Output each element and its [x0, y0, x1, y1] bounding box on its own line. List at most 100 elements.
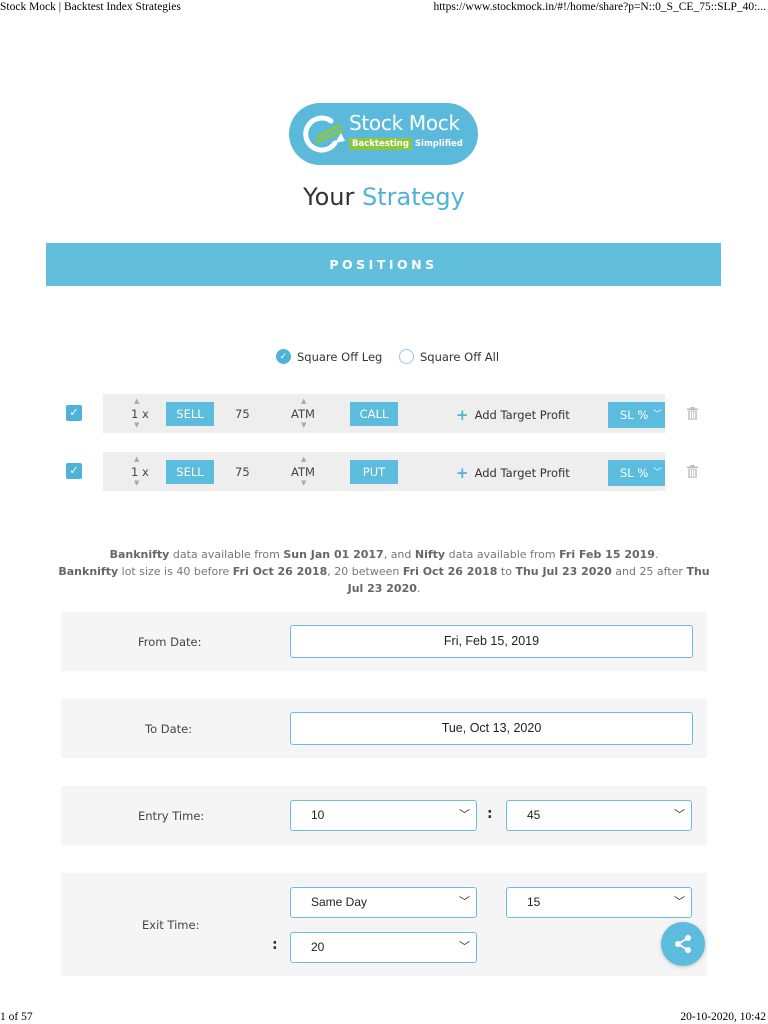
print-header-title: Stock Mock | Backtest Index Strategies: [0, 1, 181, 13]
info-text: to: [497, 565, 516, 578]
to-date-input[interactable]: Tue, Oct 13, 2020: [290, 712, 693, 745]
leg-row-2: ▲ 1 x ▼ SELL 75 ▲ ATM ▼ PUT + Add Target …: [103, 452, 665, 491]
check-icon: ✓: [69, 464, 79, 477]
to-date-label: To Date:: [145, 722, 193, 736]
entry-minute-select[interactable]: 45 ﹀: [506, 800, 692, 831]
info-text: .: [416, 582, 421, 595]
arrow-down-icon[interactable]: ▼: [134, 479, 139, 487]
leg-2-stop-loss-select[interactable]: SL % ﹀: [608, 460, 665, 486]
leg-2-action-button[interactable]: SELL: [166, 460, 214, 484]
radio-checked-icon: ✓: [276, 349, 291, 364]
exit-hour-select[interactable]: 15 ﹀: [506, 887, 692, 918]
leg-2-add-target-profit[interactable]: + Add Target Profit: [456, 464, 570, 482]
info-text: lot size is 40 before: [118, 565, 233, 578]
chevron-down-icon: ﹀: [459, 941, 470, 953]
arrow-up-icon[interactable]: ▲: [301, 397, 306, 405]
positions-header: POSITIONS: [46, 243, 721, 286]
from-date-row: From Date: Fri, Feb 15, 2019: [61, 612, 707, 671]
exit-time-label: Exit Time:: [142, 918, 200, 932]
plus-icon: +: [456, 464, 469, 482]
info-date: Fri Oct 26 2018: [232, 565, 328, 578]
info-text: data available from: [169, 548, 284, 561]
arrow-down-icon[interactable]: ▼: [134, 421, 139, 429]
chevron-down-icon: ﹀: [674, 896, 685, 908]
leg-1-stop-loss-select[interactable]: SL % ﹀: [608, 402, 665, 428]
square-off-leg-label: Square Off Leg: [297, 349, 383, 364]
leg-1-checkbox[interactable]: ✓: [66, 405, 82, 421]
entry-hour-value: 10: [311, 808, 325, 822]
logo-tagline-highlight: Backtesting: [349, 138, 412, 150]
share-icon: [675, 935, 691, 953]
plus-icon: +: [456, 406, 469, 424]
stock-mock-logo[interactable]: Stock Mock Backtesting Simplified: [289, 103, 478, 165]
chevron-down-icon: ﹀: [674, 809, 685, 821]
leg-2-quantity: 1 x: [131, 465, 149, 479]
exit-day-select[interactable]: Same Day ﹀: [290, 887, 477, 918]
leg-row-1: ▲ 1 x ▼ SELL 75 ▲ ATM ▼ CALL + Add Target…: [103, 394, 665, 433]
check-icon: ✓: [69, 406, 79, 419]
info-nifty: Nifty: [414, 548, 446, 561]
entry-time-label: Entry Time:: [138, 809, 205, 823]
chevron-down-icon: ﹀: [459, 809, 470, 821]
chevron-down-icon: ﹀: [459, 896, 470, 908]
info-date: Sun Jan 01 2017: [283, 548, 384, 561]
leg-2-option-type-button[interactable]: PUT: [350, 460, 398, 484]
leg-1-action-button[interactable]: SELL: [166, 402, 214, 426]
print-header-url: https://www.stockmock.in/#!/home/share?p…: [433, 1, 766, 13]
square-off-radio-group: ✓ Square Off Leg Square Off All: [0, 349, 768, 367]
info-date: Fri Feb 15 2019: [559, 548, 655, 561]
leg-1-strike-stepper[interactable]: ▲ ATM ▼: [291, 394, 317, 433]
info-banknifty: Banknifty: [58, 565, 119, 578]
leg-2-strike-stepper[interactable]: ▲ ATM ▼: [291, 452, 317, 491]
leg-2-checkbox[interactable]: ✓: [66, 463, 82, 479]
info-date: Thu Jul 23 2020: [515, 565, 612, 578]
arrow-up-icon[interactable]: ▲: [301, 455, 306, 463]
arrow-down-icon[interactable]: ▼: [301, 479, 306, 487]
chevron-down-icon: ﹀: [652, 468, 662, 478]
stop-loss-label: SL %: [620, 466, 649, 480]
arrow-up-icon[interactable]: ▲: [134, 397, 139, 405]
from-date-input[interactable]: Fri, Feb 15, 2019: [290, 625, 693, 658]
page-title: Your Strategy: [0, 183, 768, 211]
stop-loss-label: SL %: [620, 408, 649, 422]
exit-day-value: Same Day: [311, 895, 368, 909]
time-separator: :: [487, 806, 493, 822]
exit-minute-value: 20: [311, 940, 325, 954]
leg-1-option-type-button[interactable]: CALL: [350, 402, 398, 426]
logo-title: Stock Mock: [349, 111, 460, 135]
add-target-profit-label: Add Target Profit: [474, 466, 570, 480]
leg-1-add-target-profit[interactable]: + Add Target Profit: [456, 406, 570, 424]
logo-tagline: Backtesting Simplified: [349, 138, 463, 152]
leg-1-strike: ATM: [291, 407, 315, 421]
exit-hour-value: 15: [527, 895, 541, 909]
arrow-down-icon[interactable]: ▼: [301, 421, 306, 429]
entry-hour-select[interactable]: 10 ﹀: [290, 800, 477, 831]
info-text: and 25 after: [611, 565, 687, 578]
time-separator: :: [272, 937, 278, 953]
chevron-down-icon: ﹀: [652, 410, 662, 420]
print-footer-page: 1 of 57: [0, 1011, 33, 1023]
info-banknifty: Banknifty: [109, 548, 170, 561]
print-footer-datetime: 20-10-2020, 10:42: [680, 1011, 766, 1023]
leg-1-quantity-stepper[interactable]: ▲ 1 x ▼: [129, 394, 149, 433]
exit-minute-select[interactable]: 20 ﹀: [290, 932, 477, 963]
leg-2-quantity-stepper[interactable]: ▲ 1 x ▼: [129, 452, 149, 491]
exit-time-row: Exit Time: Same Day ﹀ 15 ﹀ : 20 ﹀: [61, 873, 707, 976]
leg-2-trash-icon[interactable]: [687, 465, 698, 478]
share-button[interactable]: [661, 922, 705, 966]
leg-1-quantity: 1 x: [131, 407, 149, 421]
info-text: .: [654, 548, 659, 561]
info-date: Fri Oct 26 2018: [402, 565, 498, 578]
radio-unchecked-icon: [399, 349, 414, 364]
arrow-up-icon[interactable]: ▲: [134, 455, 139, 463]
logo-arrow-icon: [303, 115, 345, 153]
leg-1-lot-size: 75: [235, 407, 250, 421]
info-text: , and: [383, 548, 415, 561]
info-text: data available from: [445, 548, 560, 561]
leg-1-trash-icon[interactable]: [687, 407, 698, 420]
square-off-all-radio[interactable]: Square Off All: [399, 349, 499, 364]
to-date-row: To Date: Tue, Oct 13, 2020: [61, 699, 707, 758]
page-title-accent: Strategy: [362, 183, 465, 211]
square-off-leg-radio[interactable]: ✓ Square Off Leg: [276, 349, 382, 364]
logo-tagline-rest: Simplified: [414, 139, 463, 149]
